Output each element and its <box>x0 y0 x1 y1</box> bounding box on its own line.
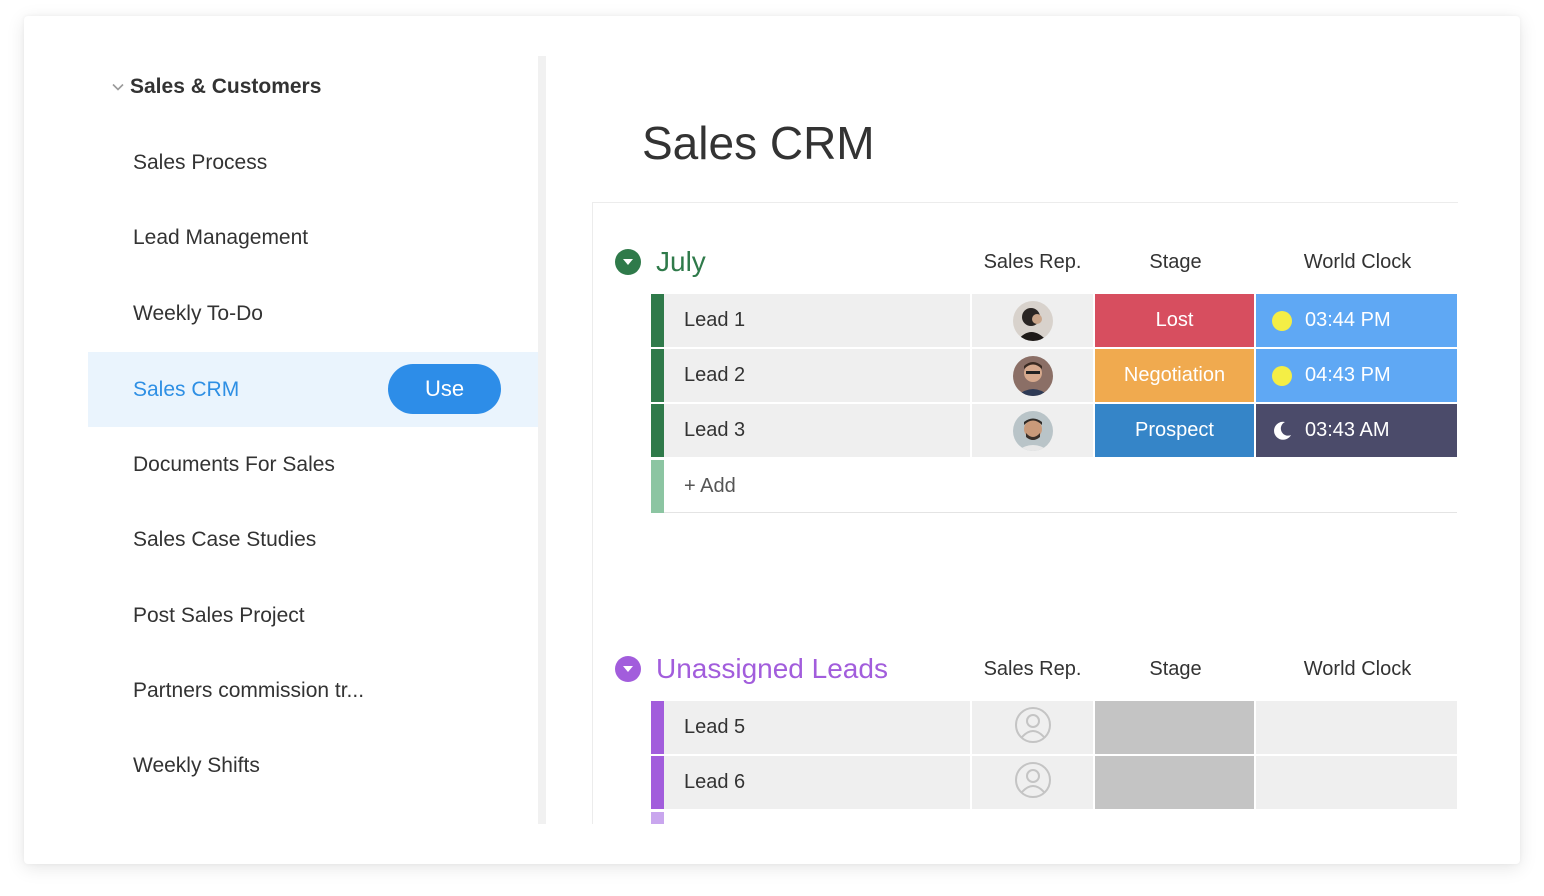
use-template-button[interactable]: Use <box>388 364 501 414</box>
item-name: Lead 6 <box>684 771 746 793</box>
sales-rep-cell[interactable] <box>972 294 1093 347</box>
world-clock-cell: 04:43 PM <box>1256 349 1457 402</box>
item-name: Lead 1 <box>684 309 746 331</box>
chevron-down-icon <box>106 75 130 99</box>
group-collapse-icon[interactable] <box>615 656 641 682</box>
table-row[interactable]: Lead 6 <box>651 756 1457 809</box>
column-header-sales-rep: Sales Rep. <box>983 251 1082 273</box>
person-placeholder-icon <box>1013 705 1053 750</box>
table-row[interactable]: Lead 1 Lost 03:44 PM <box>651 294 1457 347</box>
table-row[interactable]: Lead 5 <box>651 701 1457 754</box>
add-item-row[interactable]: + Add <box>651 460 1457 513</box>
sales-rep-cell[interactable] <box>972 701 1093 754</box>
clock-time: 03:43 AM <box>1305 419 1390 441</box>
sidebar-divider <box>538 56 546 824</box>
sidebar-item-label: Post Sales Project <box>133 603 305 627</box>
sales-rep-cell[interactable] <box>972 404 1093 457</box>
avatar <box>1012 300 1053 341</box>
sales-rep-cell[interactable] <box>972 349 1093 402</box>
item-name: Lead 5 <box>684 716 746 738</box>
stage-label: Lost <box>1155 309 1194 331</box>
sidebar-item-label: Sales CRM <box>133 377 240 401</box>
column-header-sales-rep: Sales Rep. <box>983 658 1082 680</box>
column-header-stage: Stage <box>1149 251 1202 273</box>
moon-icon <box>1271 420 1293 442</box>
stage-status-cell[interactable]: Lost <box>1095 294 1254 347</box>
world-clock-cell: 03:43 AM <box>1256 404 1457 457</box>
group-color-bar <box>651 294 664 347</box>
item-name: Lead 2 <box>684 364 746 386</box>
avatar <box>1012 410 1053 451</box>
item-name-cell[interactable]: Lead 5 <box>664 701 970 754</box>
group-color-bar <box>651 756 664 809</box>
group-title: July <box>656 246 706 277</box>
group-collapse-icon[interactable] <box>615 249 641 275</box>
group-header-unassigned-leads[interactable]: Unassigned Leads <box>615 649 888 689</box>
table-row[interactable]: Lead 3 Prospect 03:43 AM <box>651 404 1457 457</box>
world-clock-cell <box>1256 756 1457 809</box>
sun-icon <box>1271 310 1293 332</box>
sun-icon <box>1271 365 1293 387</box>
sidebar-item-documents-for-sales[interactable]: Documents For Sales <box>88 427 538 502</box>
stage-label: Negotiation <box>1123 364 1226 386</box>
sidebar-item-label: Partners commission tr... <box>133 678 365 702</box>
item-name-cell[interactable]: Lead 1 <box>664 294 970 347</box>
clock-time: 04:43 PM <box>1305 364 1391 386</box>
stage-status-cell[interactable]: Prospect <box>1095 404 1254 457</box>
category-title: Sales & Customers <box>130 75 322 98</box>
sidebar-item-label: Sales Process <box>133 150 268 174</box>
world-clock-cell <box>1256 701 1457 754</box>
sidebar-item-sales-process[interactable]: Sales Process <box>88 125 538 200</box>
column-header-world-clock: World Clock <box>1303 658 1412 680</box>
sidebar-item-label: Weekly To-Do <box>133 301 263 325</box>
column-header-stage: Stage <box>1149 658 1202 680</box>
sidebar-item-label: Documents For Sales <box>133 452 335 476</box>
sidebar-item-label: Sales Case Studies <box>133 527 317 551</box>
person-placeholder-icon <box>1013 760 1053 805</box>
item-name-cell[interactable]: Lead 2 <box>664 349 970 402</box>
group-header-july[interactable]: July <box>615 242 706 282</box>
sidebar-item-weekly-shifts[interactable]: Weekly Shifts <box>88 728 538 803</box>
sidebar-item-label: Weekly Shifts <box>133 753 260 777</box>
add-item-label: + Add <box>684 475 736 497</box>
sidebar-item-lead-management[interactable]: Lead Management <box>88 200 538 275</box>
world-clock-cell: 03:44 PM <box>1256 294 1457 347</box>
sidebar-item-weekly-todo[interactable]: Weekly To-Do <box>88 276 538 351</box>
category-header[interactable]: Sales & Customers <box>106 72 321 102</box>
group-color-bar <box>651 701 664 754</box>
sidebar-item-partners-commission[interactable]: Partners commission tr... <box>88 653 538 728</box>
sidebar-item-post-sales-project[interactable]: Post Sales Project <box>88 578 538 653</box>
group-color-bar <box>651 404 664 457</box>
item-name-cell[interactable]: Lead 6 <box>664 756 970 809</box>
sidebar-item-sales-case-studies[interactable]: Sales Case Studies <box>88 502 538 577</box>
stage-status-cell[interactable] <box>1095 701 1254 754</box>
group-title: Unassigned Leads <box>656 653 888 684</box>
avatar <box>1012 355 1053 396</box>
sales-rep-cell[interactable] <box>972 756 1093 809</box>
clock-time: 03:44 PM <box>1305 309 1391 331</box>
column-header-world-clock: World Clock <box>1303 251 1412 273</box>
item-name-cell[interactable]: Lead 3 <box>664 404 970 457</box>
page-title: Sales CRM <box>642 117 875 169</box>
sidebar-item-sales-crm[interactable]: Sales CRM Use <box>88 352 538 427</box>
group-color-bar <box>651 349 664 402</box>
stage-status-cell[interactable] <box>1095 756 1254 809</box>
stage-status-cell[interactable]: Negotiation <box>1095 349 1254 402</box>
table-row[interactable]: Lead 2 Negotiation 04:43 PM <box>651 349 1457 402</box>
sidebar-item-label: Lead Management <box>133 225 309 249</box>
item-name: Lead 3 <box>684 419 746 441</box>
group-color-bar-partial <box>651 812 664 824</box>
group-color-bar <box>651 460 664 513</box>
stage-label: Prospect <box>1135 419 1214 441</box>
